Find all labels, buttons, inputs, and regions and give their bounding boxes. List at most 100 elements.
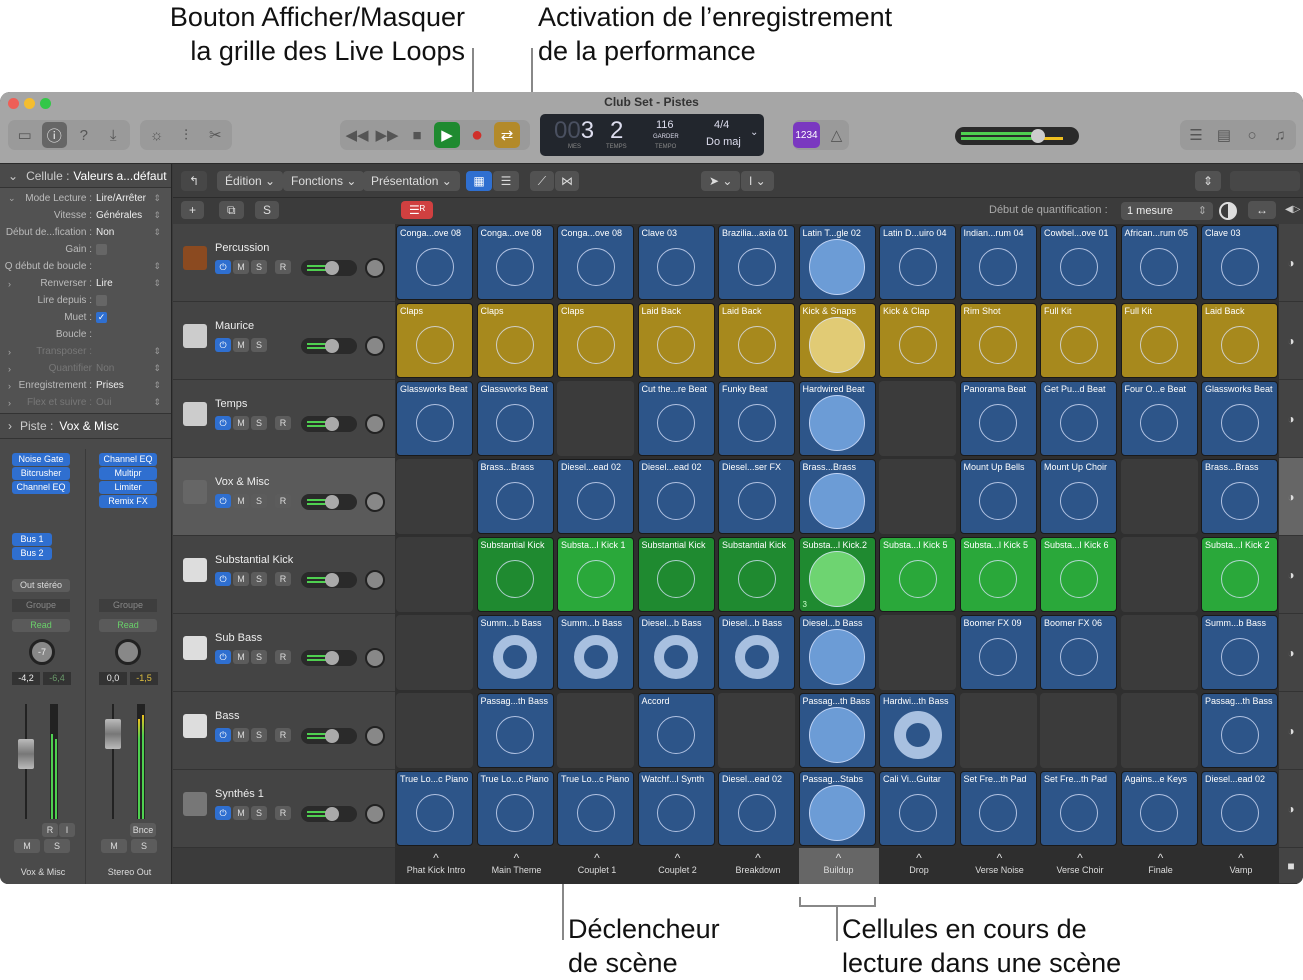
pan-knob[interactable] [365, 570, 385, 590]
power-icon[interactable]: ⏻ [215, 806, 231, 820]
stepper-icon[interactable]: ⇕ [153, 227, 161, 238]
play-icon[interactable]: ▶ [434, 122, 460, 148]
empty-cell-slot[interactable] [1040, 693, 1117, 768]
plugin-slot[interactable]: Multipr [99, 467, 157, 480]
live-loop-cell[interactable]: Brazilia...axia 01 [718, 225, 795, 300]
volume-handle[interactable] [325, 339, 339, 353]
add-track-button[interactable]: + [181, 201, 205, 219]
solo-button[interactable]: S [44, 839, 70, 853]
inspector-row[interactable]: Vitesse : Générales ⇕ [0, 207, 171, 224]
pan-knob[interactable] [365, 648, 385, 668]
inspector-icon[interactable]: ⓘ [41, 122, 67, 148]
toolbar-icon[interactable]: ⤓ [101, 122, 127, 148]
chevron-right-icon[interactable]: › [8, 398, 11, 408]
live-loop-cell[interactable]: Glassworks Beat [476, 381, 554, 456]
live-loop-cell[interactable]: Brass...Brass [1201, 459, 1278, 534]
track-header[interactable]: Bass ⏻ M S R [173, 692, 395, 770]
scene-trigger[interactable]: ^ Couplet 2 [638, 848, 718, 884]
view-menu[interactable]: Présentation ⌄ [363, 171, 460, 191]
solo-button[interactable]: S [131, 839, 157, 853]
track-volume-slider[interactable] [301, 260, 357, 276]
empty-cell-slot[interactable] [1120, 693, 1198, 768]
live-loop-cell[interactable]: Passag...Stabs [798, 771, 876, 846]
power-icon[interactable]: ⏻ [215, 728, 231, 742]
live-loop-cell[interactable]: Panorama Beat [959, 381, 1037, 456]
live-loop-cell[interactable]: Substa...l Kick.2 3 [798, 537, 876, 612]
live-loop-cell[interactable]: Substa...l Kick 5 [879, 537, 956, 612]
volume-handle[interactable] [325, 651, 339, 665]
output-button[interactable]: Out stéréo [12, 579, 70, 592]
empty-cell-slot[interactable] [396, 693, 473, 768]
stepper-icon[interactable]: ⇕ [153, 210, 161, 221]
chevron-right-icon[interactable]: › [8, 381, 11, 391]
empty-cell-slot[interactable] [396, 537, 473, 612]
live-loop-cell[interactable]: Clave 03 [637, 225, 715, 300]
mute-button[interactable]: M [233, 260, 249, 274]
track-header[interactable]: Temps ⏻ M S R [173, 380, 395, 458]
track-stop-icon[interactable]: ◑ [1279, 614, 1303, 692]
live-loop-cell[interactable]: Substantial Kick [637, 537, 715, 612]
record-icon[interactable]: ● [464, 122, 490, 148]
pan-knob[interactable] [365, 336, 385, 356]
scene-trigger[interactable]: ^ Phat Kick Intro [396, 848, 476, 884]
live-loop-cell[interactable]: Funky Beat [718, 381, 795, 456]
solo-button[interactable]: S [251, 260, 267, 274]
rewind-icon[interactable]: ◀◀ [344, 122, 370, 148]
track-stop-icon[interactable]: ◑ [1279, 458, 1303, 536]
scene-trigger[interactable]: ^ Breakdown [718, 848, 798, 884]
volume-handle[interactable] [325, 729, 339, 743]
track-volume-slider[interactable] [301, 416, 357, 432]
cycle-icon[interactable]: ⇄ [494, 122, 520, 148]
solo-button[interactable]: S [251, 416, 267, 430]
live-loop-cell[interactable]: Substa...l Kick 2 [1201, 537, 1278, 612]
live-loop-cell[interactable]: Latin D...uiro 04 [879, 225, 956, 300]
mute-button[interactable]: M [14, 839, 40, 853]
solo-button[interactable]: S [251, 650, 267, 664]
live-loop-cell[interactable]: Mount Up Choir [1040, 459, 1117, 534]
inspector-row[interactable]: ⌄ Mode Lecture : Lire/Arrêter ⇕ [0, 190, 171, 207]
inspector-row[interactable]: Q début de boucle : ⇕ [0, 258, 171, 275]
track-header[interactable]: Sub Bass ⏻ M S R [173, 614, 395, 692]
lcd-display[interactable]: 003 2 MES TEMPS 116 GARDER TEMPO 4/4 Do … [540, 114, 764, 156]
live-loop-cell[interactable]: Laid Back [637, 303, 715, 378]
live-loop-cell[interactable]: Claps [396, 303, 473, 378]
empty-cell-slot[interactable] [879, 381, 956, 456]
scene-trigger[interactable]: ^ Vamp [1201, 848, 1281, 884]
mixer-icon[interactable]: ⫶ [173, 122, 198, 148]
empty-cell-slot[interactable] [959, 693, 1037, 768]
live-loop-cell[interactable]: Substa...l Kick 6 [1040, 537, 1117, 612]
empty-cell-slot[interactable] [396, 615, 473, 690]
list-editors-icon[interactable]: ☰ [1184, 122, 1208, 148]
live-loop-cell[interactable]: Passag...th Bass [476, 693, 554, 768]
live-loop-cell[interactable]: Kick & Snaps [798, 303, 876, 378]
track-volume-slider[interactable] [301, 806, 357, 822]
pan-knob[interactable] [365, 258, 385, 278]
live-loop-cell[interactable]: Laid Back [1201, 303, 1278, 378]
metronome-icon[interactable]: △ [824, 122, 849, 148]
inspector-row[interactable]: › Transposer : ⇕ [0, 343, 171, 360]
empty-cell-slot[interactable] [1120, 459, 1198, 534]
chevron-right-icon[interactable]: › [8, 279, 11, 289]
scene-trigger[interactable]: ^ Main Theme [477, 848, 557, 884]
library-icon[interactable]: ▭ [12, 122, 38, 148]
group-button[interactable]: Groupe [99, 599, 157, 612]
volume-handle[interactable] [325, 573, 339, 587]
bounce-button[interactable]: Bnce [130, 823, 156, 837]
chevron-down-icon[interactable]: ⌄ [8, 193, 16, 204]
power-icon[interactable]: ⏻ [215, 572, 231, 586]
plugin-slot[interactable]: Channel EQ [99, 453, 157, 466]
track-volume-slider[interactable] [301, 650, 357, 666]
live-loop-cell[interactable]: Laid Back [718, 303, 795, 378]
record-button[interactable]: R [275, 806, 291, 820]
live-loop-cell[interactable]: Diesel...ead 02 [637, 459, 715, 534]
editors-icon[interactable]: ✂ [203, 122, 228, 148]
track-stop-icon[interactable]: ◑ [1279, 224, 1303, 302]
back-icon[interactable]: ↰ [181, 171, 208, 191]
volume-handle[interactable] [325, 261, 339, 275]
live-loop-cell[interactable]: Claps [557, 303, 634, 378]
volume-fader[interactable] [103, 704, 123, 819]
stepper-icon[interactable]: ⇕ [153, 261, 161, 272]
track-volume-slider[interactable] [301, 728, 357, 744]
track-stop-icon[interactable]: ◑ [1279, 380, 1303, 458]
solo-button[interactable]: S [251, 338, 267, 352]
